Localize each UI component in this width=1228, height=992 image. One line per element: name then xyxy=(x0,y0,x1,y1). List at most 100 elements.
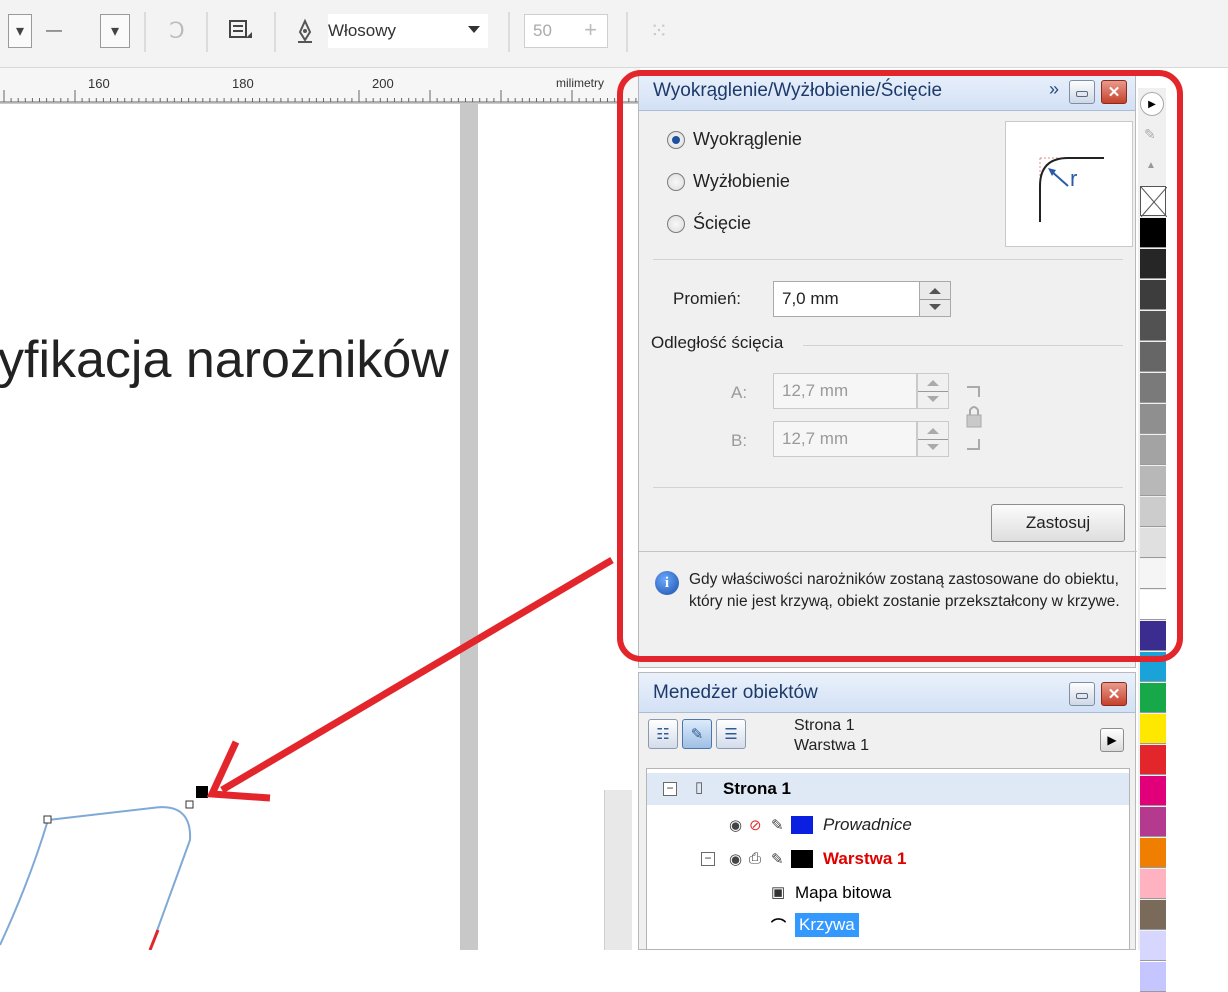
fillet-scallop-chamfer-docker: Wyokrąglenie/Wyżłobienie/Ścięcie » ✕ Wyo… xyxy=(638,70,1137,668)
tree-label-selected: Krzywa xyxy=(795,913,859,937)
mode-option-fillet[interactable]: Wyokrąglenie xyxy=(667,129,802,150)
close-button[interactable]: ✕ xyxy=(1101,682,1127,706)
collapse-icon[interactable]: − xyxy=(701,852,715,866)
mode-label: Ścięcie xyxy=(693,213,752,233)
curve-icon: ⌒ xyxy=(771,918,787,935)
palette-scroll-icon[interactable]: ▶ xyxy=(1140,92,1164,116)
color-swatch[interactable] xyxy=(1140,218,1166,248)
color-swatch[interactable] xyxy=(1140,714,1166,744)
minimize-button[interactable] xyxy=(1069,80,1095,104)
tree-row-layer[interactable]: − ◉ ⎙ ✎ Warstwa 1 xyxy=(647,843,1129,875)
close-button[interactable]: ✕ xyxy=(1101,80,1127,104)
layer-color-swatch xyxy=(791,816,813,834)
object-tree: − ▯ Strona 1 ◉ ⊘ ✎ Prowadnice − ◉ ⎙ ✎ Wa… xyxy=(646,768,1130,950)
docker-header: Wyokrąglenie/Wyżłobienie/Ścięcie » ✕ xyxy=(639,71,1135,111)
color-swatch[interactable] xyxy=(1140,621,1166,651)
mode-label: Wyżłobienie xyxy=(693,171,790,191)
color-swatch[interactable] xyxy=(1140,497,1166,527)
color-swatch[interactable] xyxy=(1140,962,1166,992)
radio-icon xyxy=(667,172,685,191)
color-swatch[interactable] xyxy=(1140,404,1166,434)
radius-input[interactable]: 7,0 mm xyxy=(773,281,923,317)
color-palette: ▶ ✎ ▲ xyxy=(1138,88,1168,992)
expand-chevrons-icon[interactable]: » xyxy=(1049,79,1059,100)
color-swatch[interactable] xyxy=(1140,683,1166,713)
eyedropper-icon[interactable]: ✎ xyxy=(1144,126,1156,143)
color-swatch[interactable] xyxy=(1140,931,1166,961)
docker-title: Wyokrąglenie/Wyżłobienie/Ścięcie xyxy=(653,79,943,101)
page-icon: ▯ xyxy=(695,779,704,796)
color-swatch[interactable] xyxy=(1140,590,1166,620)
object-manager-title: Menedżer obiektów xyxy=(653,681,818,703)
flyout-menu-button[interactable]: ▶ xyxy=(1100,728,1124,752)
tree-label: Warstwa 1 xyxy=(823,849,907,868)
tree-label: Mapa bitowa xyxy=(795,883,892,902)
eye-icon[interactable]: ◉ xyxy=(729,816,742,834)
apply-button[interactable]: Zastosuj xyxy=(991,504,1125,542)
distance-a-input[interactable]: 12,7 mm xyxy=(773,373,917,409)
color-swatch[interactable] xyxy=(1140,559,1166,589)
radio-icon xyxy=(667,214,685,233)
chamfer-distance-label: Odległość ścięcia xyxy=(651,333,784,352)
distance-b-value: 12,7 mm xyxy=(782,429,849,448)
color-swatch[interactable] xyxy=(1140,373,1166,403)
divider xyxy=(639,551,1137,552)
current-location: Strona 1 Warstwa 1 xyxy=(794,716,869,756)
color-swatch[interactable] xyxy=(1140,900,1166,930)
annotation-arrow xyxy=(220,556,614,794)
curve-left-segment[interactable] xyxy=(0,819,49,946)
distance-b-spinner[interactable] xyxy=(917,421,949,457)
pencil-icon[interactable]: ✎ xyxy=(771,816,784,834)
svg-text:r: r xyxy=(1070,166,1077,191)
radio-selected-icon xyxy=(667,130,685,149)
current-page-text: Strona 1 xyxy=(794,717,855,734)
rounded-curve[interactable] xyxy=(47,806,192,950)
tree-row-curve[interactable]: ⌒ Krzywa xyxy=(647,909,1129,941)
layer-manager-view-button[interactable]: ☰ xyxy=(716,719,746,749)
fillet-preview-icon: r xyxy=(1039,157,1104,222)
color-swatch[interactable] xyxy=(1140,807,1166,837)
color-swatch[interactable] xyxy=(1140,776,1166,806)
scroll-up-icon[interactable]: ▲ xyxy=(1146,160,1156,171)
show-object-properties-button[interactable]: ☷ xyxy=(648,719,678,749)
selected-node[interactable] xyxy=(196,786,208,798)
color-swatch[interactable] xyxy=(1140,745,1166,775)
docker-scrollbar[interactable] xyxy=(604,790,632,950)
pencil-icon[interactable]: ✎ xyxy=(771,850,784,868)
eye-icon[interactable]: ◉ xyxy=(729,850,742,868)
distance-a-label: A: xyxy=(731,383,748,402)
node-handle[interactable] xyxy=(43,815,52,824)
divider xyxy=(803,345,1123,346)
color-swatch[interactable] xyxy=(1140,249,1166,279)
distance-a-spinner[interactable] xyxy=(917,373,949,409)
color-swatch[interactable] xyxy=(1140,280,1166,310)
minimize-button[interactable] xyxy=(1069,682,1095,706)
color-swatch[interactable] xyxy=(1140,838,1166,868)
tree-row-page[interactable]: − ▯ Strona 1 xyxy=(647,773,1129,805)
color-swatch[interactable] xyxy=(1140,528,1166,558)
tree-row-guides[interactable]: ◉ ⊘ ✎ Prowadnice xyxy=(647,809,1129,841)
radius-spinner[interactable] xyxy=(919,281,951,317)
no-print-icon[interactable]: ⊘ xyxy=(749,816,762,834)
layer-color-swatch xyxy=(791,850,813,868)
collapse-icon[interactable]: − xyxy=(663,782,677,796)
color-swatch[interactable] xyxy=(1140,311,1166,341)
bitmap-icon: ▣ xyxy=(771,884,786,901)
color-swatch[interactable] xyxy=(1140,435,1166,465)
lock-ratio-icon[interactable] xyxy=(961,383,991,455)
color-swatch[interactable] xyxy=(1140,869,1166,899)
tree-row-bitmap[interactable]: ▣ Mapa bitowa xyxy=(647,877,1129,909)
edit-across-layers-button[interactable]: ✎ xyxy=(682,719,712,749)
distance-b-input[interactable]: 12,7 mm xyxy=(773,421,917,457)
mode-option-scallop[interactable]: Wyżłobienie xyxy=(667,171,790,192)
color-swatch[interactable] xyxy=(1140,466,1166,496)
printer-icon[interactable]: ⎙ xyxy=(749,850,761,867)
object-manager-header: Menedżer obiektów ✕ xyxy=(639,673,1135,713)
color-swatch[interactable] xyxy=(1140,342,1166,372)
node-handle[interactable] xyxy=(185,800,194,809)
current-layer-text: Warstwa 1 xyxy=(794,737,869,754)
color-swatch[interactable] xyxy=(1140,652,1166,682)
distance-b-label: B: xyxy=(731,431,748,450)
mode-option-chamfer[interactable]: Ścięcie xyxy=(667,213,751,234)
no-color-swatch[interactable] xyxy=(1140,186,1168,218)
